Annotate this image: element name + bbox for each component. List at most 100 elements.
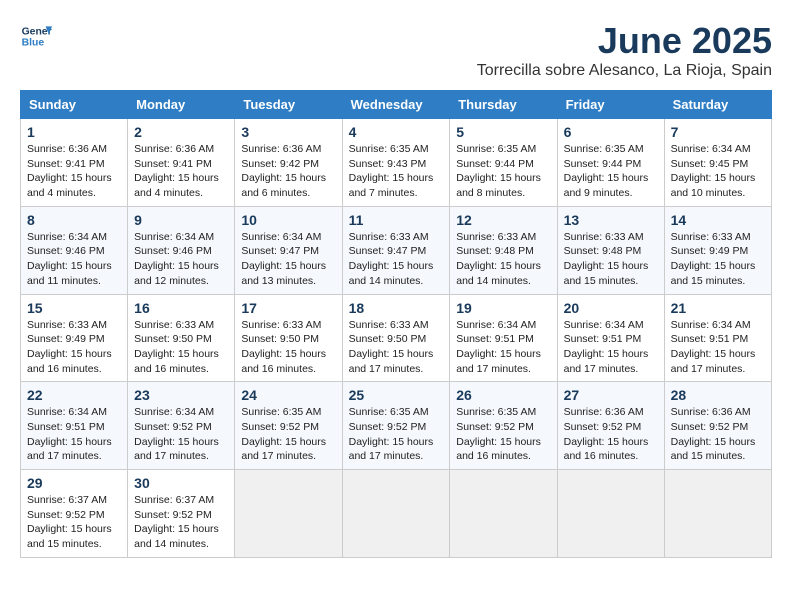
table-row: 20 Sunrise: 6:34 AMSunset: 9:51 PMDayligh… bbox=[557, 294, 664, 382]
col-monday: Monday bbox=[128, 91, 235, 119]
day-info: Sunrise: 6:35 AMSunset: 9:52 PMDaylight:… bbox=[241, 405, 335, 464]
day-number: 13 bbox=[564, 212, 658, 228]
day-info: Sunrise: 6:33 AMSunset: 9:47 PMDaylight:… bbox=[349, 230, 444, 289]
day-info: Sunrise: 6:36 AMSunset: 9:52 PMDaylight:… bbox=[671, 405, 765, 464]
day-info: Sunrise: 6:33 AMSunset: 9:50 PMDaylight:… bbox=[134, 318, 228, 377]
day-number: 29 bbox=[27, 475, 121, 491]
day-info: Sunrise: 6:36 AMSunset: 9:42 PMDaylight:… bbox=[241, 142, 335, 201]
day-number: 23 bbox=[134, 387, 228, 403]
table-row: 25 Sunrise: 6:35 AMSunset: 9:52 PMDayligh… bbox=[342, 382, 450, 470]
day-number: 9 bbox=[134, 212, 228, 228]
day-info: Sunrise: 6:36 AMSunset: 9:41 PMDaylight:… bbox=[27, 142, 121, 201]
table-row: 4 Sunrise: 6:35 AMSunset: 9:43 PMDaylight… bbox=[342, 119, 450, 207]
day-number: 18 bbox=[349, 300, 444, 316]
day-number: 21 bbox=[671, 300, 765, 316]
table-row: 26 Sunrise: 6:35 AMSunset: 9:52 PMDayligh… bbox=[450, 382, 557, 470]
day-number: 3 bbox=[241, 124, 335, 140]
day-info: Sunrise: 6:34 AMSunset: 9:47 PMDaylight:… bbox=[241, 230, 335, 289]
day-number: 26 bbox=[456, 387, 550, 403]
day-info: Sunrise: 6:35 AMSunset: 9:52 PMDaylight:… bbox=[349, 405, 444, 464]
calendar-table: Sunday Monday Tuesday Wednesday Thursday… bbox=[20, 90, 772, 558]
table-row: 29 Sunrise: 6:37 AMSunset: 9:52 PMDayligh… bbox=[21, 470, 128, 558]
table-row: 10 Sunrise: 6:34 AMSunset: 9:47 PMDayligh… bbox=[235, 206, 342, 294]
day-info: Sunrise: 6:36 AMSunset: 9:41 PMDaylight:… bbox=[134, 142, 228, 201]
col-friday: Friday bbox=[557, 91, 664, 119]
day-number: 28 bbox=[671, 387, 765, 403]
day-info: Sunrise: 6:34 AMSunset: 9:52 PMDaylight:… bbox=[134, 405, 228, 464]
table-row: 1 Sunrise: 6:36 AMSunset: 9:41 PMDaylight… bbox=[21, 119, 128, 207]
table-row: 16 Sunrise: 6:33 AMSunset: 9:50 PMDayligh… bbox=[128, 294, 235, 382]
table-row: 5Sunrise: 6:35 AMSunset: 9:44 PMDaylight… bbox=[450, 119, 557, 207]
day-number: 15 bbox=[27, 300, 121, 316]
table-row: 17 Sunrise: 6:33 AMSunset: 9:50 PMDayligh… bbox=[235, 294, 342, 382]
day-info: Sunrise: 6:33 AMSunset: 9:48 PMDaylight:… bbox=[564, 230, 658, 289]
day-info: Sunrise: 6:34 AMSunset: 9:51 PMDaylight:… bbox=[564, 318, 658, 377]
calendar-header-row: Sunday Monday Tuesday Wednesday Thursday… bbox=[21, 91, 772, 119]
day-info: Sunrise: 6:36 AMSunset: 9:52 PMDaylight:… bbox=[564, 405, 658, 464]
day-info: Sunrise: 6:33 AMSunset: 9:50 PMDaylight:… bbox=[241, 318, 335, 377]
table-row: 14 Sunrise: 6:33 AMSunset: 9:49 PMDayligh… bbox=[664, 206, 771, 294]
day-info: Sunrise: 6:35 AMSunset: 9:52 PMDaylight:… bbox=[456, 405, 550, 464]
table-row bbox=[235, 470, 342, 558]
day-info: Sunrise: 6:34 AMSunset: 9:46 PMDaylight:… bbox=[134, 230, 228, 289]
page-header: General Blue June 2025 Torrecilla sobre … bbox=[20, 20, 772, 80]
col-wednesday: Wednesday bbox=[342, 91, 450, 119]
day-info: Sunrise: 6:35 AMSunset: 9:43 PMDaylight:… bbox=[349, 142, 444, 201]
day-number: 7 bbox=[671, 124, 765, 140]
table-row bbox=[664, 470, 771, 558]
day-number: 25 bbox=[349, 387, 444, 403]
table-row: 28 Sunrise: 6:36 AMSunset: 9:52 PMDayligh… bbox=[664, 382, 771, 470]
day-info: Sunrise: 6:34 AMSunset: 9:46 PMDaylight:… bbox=[27, 230, 121, 289]
title-area: June 2025 Torrecilla sobre Alesanco, La … bbox=[477, 20, 772, 80]
table-row: 23 Sunrise: 6:34 AMSunset: 9:52 PMDayligh… bbox=[128, 382, 235, 470]
table-row: 12Sunrise: 6:33 AMSunset: 9:48 PMDayligh… bbox=[450, 206, 557, 294]
day-number: 6 bbox=[564, 124, 658, 140]
table-row: 2 Sunrise: 6:36 AMSunset: 9:41 PMDaylight… bbox=[128, 119, 235, 207]
day-number: 22 bbox=[27, 387, 121, 403]
day-number: 16 bbox=[134, 300, 228, 316]
day-number: 17 bbox=[241, 300, 335, 316]
calendar-week-3: 15 Sunrise: 6:33 AMSunset: 9:49 PMDayligh… bbox=[21, 294, 772, 382]
day-number: 2 bbox=[134, 124, 228, 140]
day-info: Sunrise: 6:33 AMSunset: 9:49 PMDaylight:… bbox=[27, 318, 121, 377]
day-number: 10 bbox=[241, 212, 335, 228]
table-row: 3 Sunrise: 6:36 AMSunset: 9:42 PMDaylight… bbox=[235, 119, 342, 207]
day-info: Sunrise: 6:34 AMSunset: 9:45 PMDaylight:… bbox=[671, 142, 765, 201]
day-info: Sunrise: 6:35 AMSunset: 9:44 PMDaylight:… bbox=[456, 142, 550, 201]
day-number: 27 bbox=[564, 387, 658, 403]
table-row bbox=[342, 470, 450, 558]
day-info: Sunrise: 6:33 AMSunset: 9:50 PMDaylight:… bbox=[349, 318, 444, 377]
calendar-week-2: 8Sunrise: 6:34 AMSunset: 9:46 PMDaylight… bbox=[21, 206, 772, 294]
day-info: Sunrise: 6:34 AMSunset: 9:51 PMDaylight:… bbox=[27, 405, 121, 464]
day-info: Sunrise: 6:37 AMSunset: 9:52 PMDaylight:… bbox=[134, 493, 228, 552]
col-tuesday: Tuesday bbox=[235, 91, 342, 119]
location-title: Torrecilla sobre Alesanco, La Rioja, Spa… bbox=[477, 62, 772, 80]
day-info: Sunrise: 6:37 AMSunset: 9:52 PMDaylight:… bbox=[27, 493, 121, 552]
table-row bbox=[557, 470, 664, 558]
calendar-week-1: 1 Sunrise: 6:36 AMSunset: 9:41 PMDaylight… bbox=[21, 119, 772, 207]
day-number: 14 bbox=[671, 212, 765, 228]
day-info: Sunrise: 6:33 AMSunset: 9:49 PMDaylight:… bbox=[671, 230, 765, 289]
day-info: Sunrise: 6:35 AMSunset: 9:44 PMDaylight:… bbox=[564, 142, 658, 201]
day-info: Sunrise: 6:34 AMSunset: 9:51 PMDaylight:… bbox=[456, 318, 550, 377]
table-row: 7 Sunrise: 6:34 AMSunset: 9:45 PMDaylight… bbox=[664, 119, 771, 207]
table-row: 15 Sunrise: 6:33 AMSunset: 9:49 PMDayligh… bbox=[21, 294, 128, 382]
table-row: 11Sunrise: 6:33 AMSunset: 9:47 PMDayligh… bbox=[342, 206, 450, 294]
day-number: 24 bbox=[241, 387, 335, 403]
day-number: 4 bbox=[349, 124, 444, 140]
table-row: 9 Sunrise: 6:34 AMSunset: 9:46 PMDaylight… bbox=[128, 206, 235, 294]
table-row: 21Sunrise: 6:34 AMSunset: 9:51 PMDayligh… bbox=[664, 294, 771, 382]
day-number: 12 bbox=[456, 212, 550, 228]
day-number: 20 bbox=[564, 300, 658, 316]
svg-text:Blue: Blue bbox=[22, 38, 45, 49]
day-number: 1 bbox=[27, 124, 121, 140]
table-row: 22 Sunrise: 6:34 AMSunset: 9:51 PMDayligh… bbox=[21, 382, 128, 470]
col-saturday: Saturday bbox=[664, 91, 771, 119]
table-row: 8Sunrise: 6:34 AMSunset: 9:46 PMDaylight… bbox=[21, 206, 128, 294]
day-number: 19 bbox=[456, 300, 550, 316]
col-sunday: Sunday bbox=[21, 91, 128, 119]
table-row: 13 Sunrise: 6:33 AMSunset: 9:48 PMDayligh… bbox=[557, 206, 664, 294]
table-row: 24 Sunrise: 6:35 AMSunset: 9:52 PMDayligh… bbox=[235, 382, 342, 470]
table-row: 30Sunrise: 6:37 AMSunset: 9:52 PMDayligh… bbox=[128, 470, 235, 558]
month-title: June 2025 bbox=[477, 20, 772, 62]
